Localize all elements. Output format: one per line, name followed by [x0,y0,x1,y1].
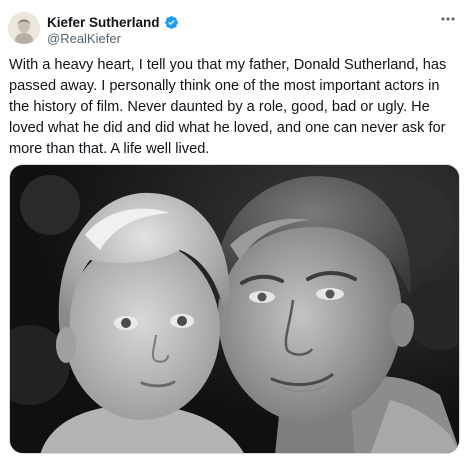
more-options-button[interactable] [438,12,458,26]
tweet-photo[interactable] [9,164,460,454]
author-avatar[interactable] [8,12,40,44]
author-handle[interactable]: @RealKiefer [47,31,121,46]
photo-black-and-white-icon [10,165,459,453]
author-name-row: Kiefer Sutherland [47,13,179,31]
tweet-text: With a heavy heart, I tell you that my f… [9,57,447,157]
tweet-card: Kiefer Sutherland @RealKiefer With a hea… [0,0,470,460]
verified-badge-icon [164,15,179,30]
avatar-photo-icon [8,12,40,44]
more-horizontal-icon [441,17,455,21]
author-display-name[interactable]: Kiefer Sutherland [47,15,160,30]
